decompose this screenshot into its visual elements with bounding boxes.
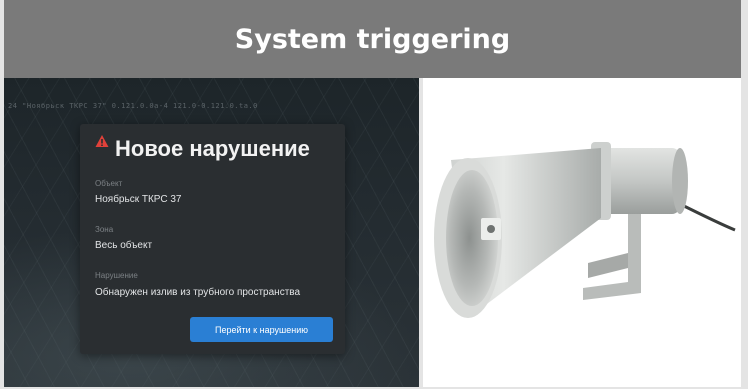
object-label: Объект — [95, 179, 123, 188]
violation-value: Обнаружен излив из трубного пространства — [95, 287, 301, 298]
zone-value: Весь объект — [95, 240, 153, 251]
horn-speaker-icon — [434, 142, 736, 318]
warning-triangle-icon — [95, 135, 109, 147]
violation-alert-card: Новое нарушение Объект Ноябрьск ТКРС 37 … — [80, 124, 345, 354]
alert-title-row: Новое нарушение — [95, 130, 310, 164]
slide-title: System triggering — [234, 23, 511, 55]
violation-label: Нарушение — [95, 271, 138, 280]
camera-overlay-caption: 24 "Ноябрьск ТКРС 37" 0.121.0.0a-4 121.0… — [8, 102, 258, 110]
product-image-panel — [423, 78, 741, 387]
alert-title: Новое нарушение — [115, 136, 310, 161]
object-value: Ноябрьск ТКРС 37 — [95, 194, 182, 205]
slide-frame: System triggering 24 "Ноябрьск ТКРС 37" … — [0, 0, 748, 389]
zone-label: Зона — [95, 225, 114, 234]
go-to-violation-button[interactable]: Перейти к нарушению — [190, 317, 333, 342]
slide-header: System triggering — [4, 0, 741, 78]
